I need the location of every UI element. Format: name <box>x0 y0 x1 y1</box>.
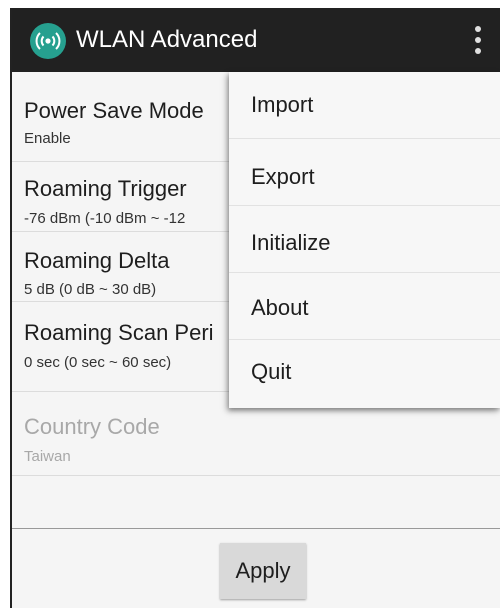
pref-title: Roaming Trigger <box>24 176 187 201</box>
bottom-bar: Apply <box>12 528 500 608</box>
menu-item-quit[interactable]: Quit <box>229 340 500 407</box>
pref-summary: Taiwan <box>24 448 71 465</box>
app-bar: WLAN Advanced <box>12 8 500 72</box>
menu-item-label: About <box>251 295 309 320</box>
menu-item-about[interactable]: About <box>229 273 500 340</box>
pref-title: Roaming Delta <box>24 248 170 273</box>
pref-summary: 0 sec (0 sec ~ 60 sec) <box>24 354 172 371</box>
menu-item-label: Import <box>251 92 314 117</box>
overflow-menu: Import Export Initialize About Quit <box>229 72 500 408</box>
app-window: WLAN Advanced Power Save Mode Enable Roa… <box>10 8 500 608</box>
menu-item-initialize[interactable]: Initialize <box>229 206 500 273</box>
wifi-broadcast-icon <box>30 23 66 59</box>
pref-summary: 5 dB (0 dB ~ 30 dB) <box>24 281 157 298</box>
menu-item-export[interactable]: Export <box>229 139 500 206</box>
menu-item-import[interactable]: Import <box>229 72 500 139</box>
pref-title: Power Save Mode <box>24 98 204 123</box>
pref-summary: -76 dBm (-10 dBm ~ -12 <box>24 210 186 227</box>
pref-title: Country Code <box>24 414 160 439</box>
menu-item-label: Export <box>251 164 315 189</box>
pref-summary: Enable <box>24 130 71 147</box>
apply-button[interactable]: Apply <box>220 543 306 599</box>
menu-item-label: Quit <box>251 359 292 384</box>
pref-title: Roaming Scan Peri <box>24 320 214 345</box>
menu-item-label: Initialize <box>251 230 331 255</box>
app-title: WLAN Advanced <box>76 26 258 53</box>
more-vertical-icon[interactable] <box>466 22 490 58</box>
